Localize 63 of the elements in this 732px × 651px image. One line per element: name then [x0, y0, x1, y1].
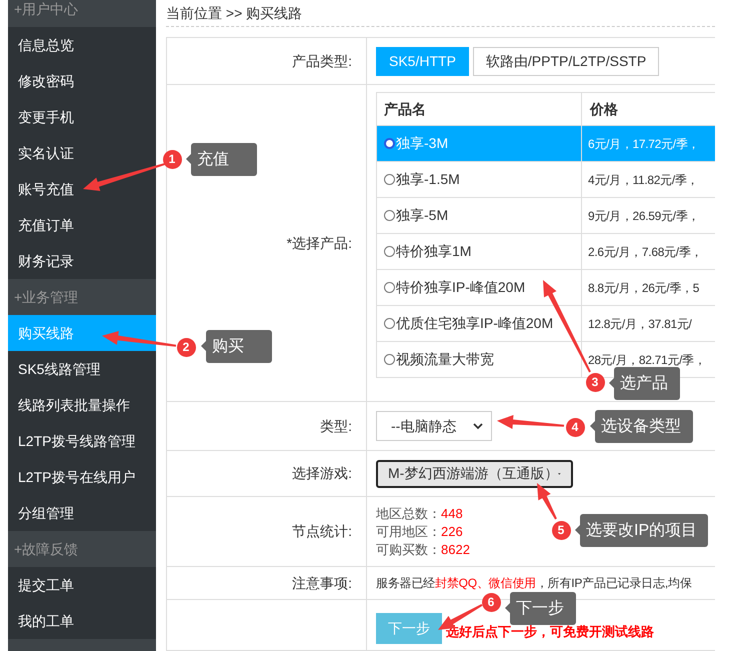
- device-type-select[interactable]: --电脑静态: [376, 411, 492, 441]
- field-label: 产品类型:: [292, 52, 352, 70]
- product-row[interactable]: 独享-5M 9元/月，26.59元/季，: [377, 198, 715, 234]
- callout-label: 选设备类型: [595, 410, 693, 443]
- stat-value: 226: [441, 522, 463, 540]
- product-row[interactable]: 独享-1.5M 4元/月，11.82元/季，: [377, 162, 715, 198]
- sidebar-item[interactable]: 账号充值: [8, 171, 156, 207]
- callout-label: 购买: [206, 330, 272, 363]
- product-row[interactable]: 优质住宅独享IP-峰值20M 12.8元/月，37.81元/: [377, 306, 715, 342]
- price-text: 12.8元/月，37.81元/: [588, 316, 692, 332]
- stat-label: 可用地区：: [376, 522, 441, 540]
- stat-value: 8622: [441, 540, 470, 558]
- price-text: 28元/月，82.71元/季，: [588, 352, 706, 368]
- sidebar-item[interactable]: L2TP拨号线路管理: [8, 423, 156, 459]
- sidebar-item[interactable]: 线路列表批量操作: [8, 387, 156, 423]
- field-label: 注意事项:: [292, 574, 352, 592]
- price-text: 4元/月，11.82元/季，: [588, 172, 698, 188]
- sidebar-item[interactable]: 实名认证: [8, 135, 156, 171]
- sidebar-item[interactable]: 信息总览: [8, 27, 156, 63]
- field-label: *选择产品:: [286, 234, 352, 252]
- step-number-badge: 2: [176, 338, 196, 356]
- product-name: 特价独享IP-峰值20M: [396, 278, 526, 297]
- price-text: 6元/月，17.72元/季，: [588, 136, 700, 152]
- callout-label: 选产品: [614, 367, 680, 400]
- callout-label: 下一步: [510, 592, 576, 625]
- field-label: 类型:: [320, 416, 352, 436]
- sidebar-item[interactable]: 充值订单: [8, 207, 156, 243]
- product-row[interactable]: 特价独享IP-峰值20M 8.8元/月，26元/季，5: [377, 270, 715, 306]
- column-header: 产品名: [384, 100, 426, 118]
- sidebar-item[interactable]: L2TP拨号在线用户: [8, 459, 156, 495]
- sidebar-item[interactable]: 我的工单: [8, 603, 156, 639]
- product-name: 优质住宅独享IP-峰值20M: [396, 314, 554, 333]
- product-type-tab[interactable]: 软路由/PPTP/L2TP/SSTP: [472, 46, 660, 76]
- notice-text: 服务器已经封禁QQ、微信使用，所有IP产品已记录日志,均保: [376, 575, 693, 592]
- field-label: 选择游戏:: [292, 464, 352, 483]
- callout-label: 选要改IP的项目: [580, 514, 708, 547]
- stat-value: 448: [441, 504, 463, 522]
- product-name: 独享-5M: [396, 206, 448, 225]
- stat-label: 可购买数：: [376, 540, 441, 558]
- step-number-badge: 4: [566, 418, 584, 436]
- game-select[interactable]: M-梦幻西游端游（互通版）: [376, 460, 573, 488]
- product-name: 独享-3M: [396, 134, 448, 153]
- product-name: 视频流量大带宽: [396, 350, 494, 369]
- product-name: 独享-1.5M: [396, 170, 460, 189]
- field-label: 节点统计:: [292, 522, 352, 541]
- sidebar-item[interactable]: 变更手机: [8, 99, 156, 135]
- sidebar-item[interactable]: 财务记录: [8, 243, 156, 279]
- sidebar-item[interactable]: 修改密码: [8, 63, 156, 99]
- column-header: 价格: [590, 100, 618, 118]
- callout-label: 充值: [191, 143, 257, 176]
- price-text: 2.6元/月，7.68元/季，: [588, 244, 702, 260]
- product-row[interactable]: 特价独享1M 2.6元/月，7.68元/季，: [377, 234, 715, 270]
- price-text: 9元/月，26.59元/季，: [588, 208, 700, 224]
- sidebar-item[interactable]: SK5线路管理: [8, 351, 156, 387]
- stat-label: 地区总数：: [376, 504, 441, 522]
- step-number-badge: 6: [482, 592, 500, 612]
- sidebar-item[interactable]: 提交工单: [8, 567, 156, 603]
- product-name: 特价独享1M: [396, 242, 472, 261]
- sidebar-item[interactable]: 分组管理: [8, 495, 156, 531]
- step-number-badge: 1: [162, 150, 182, 168]
- step-number-badge: 5: [552, 520, 570, 540]
- breadcrumb: 当前位置 >> 购买线路: [166, 4, 302, 22]
- price-text: 8.8元/月，26元/季，5: [588, 280, 700, 296]
